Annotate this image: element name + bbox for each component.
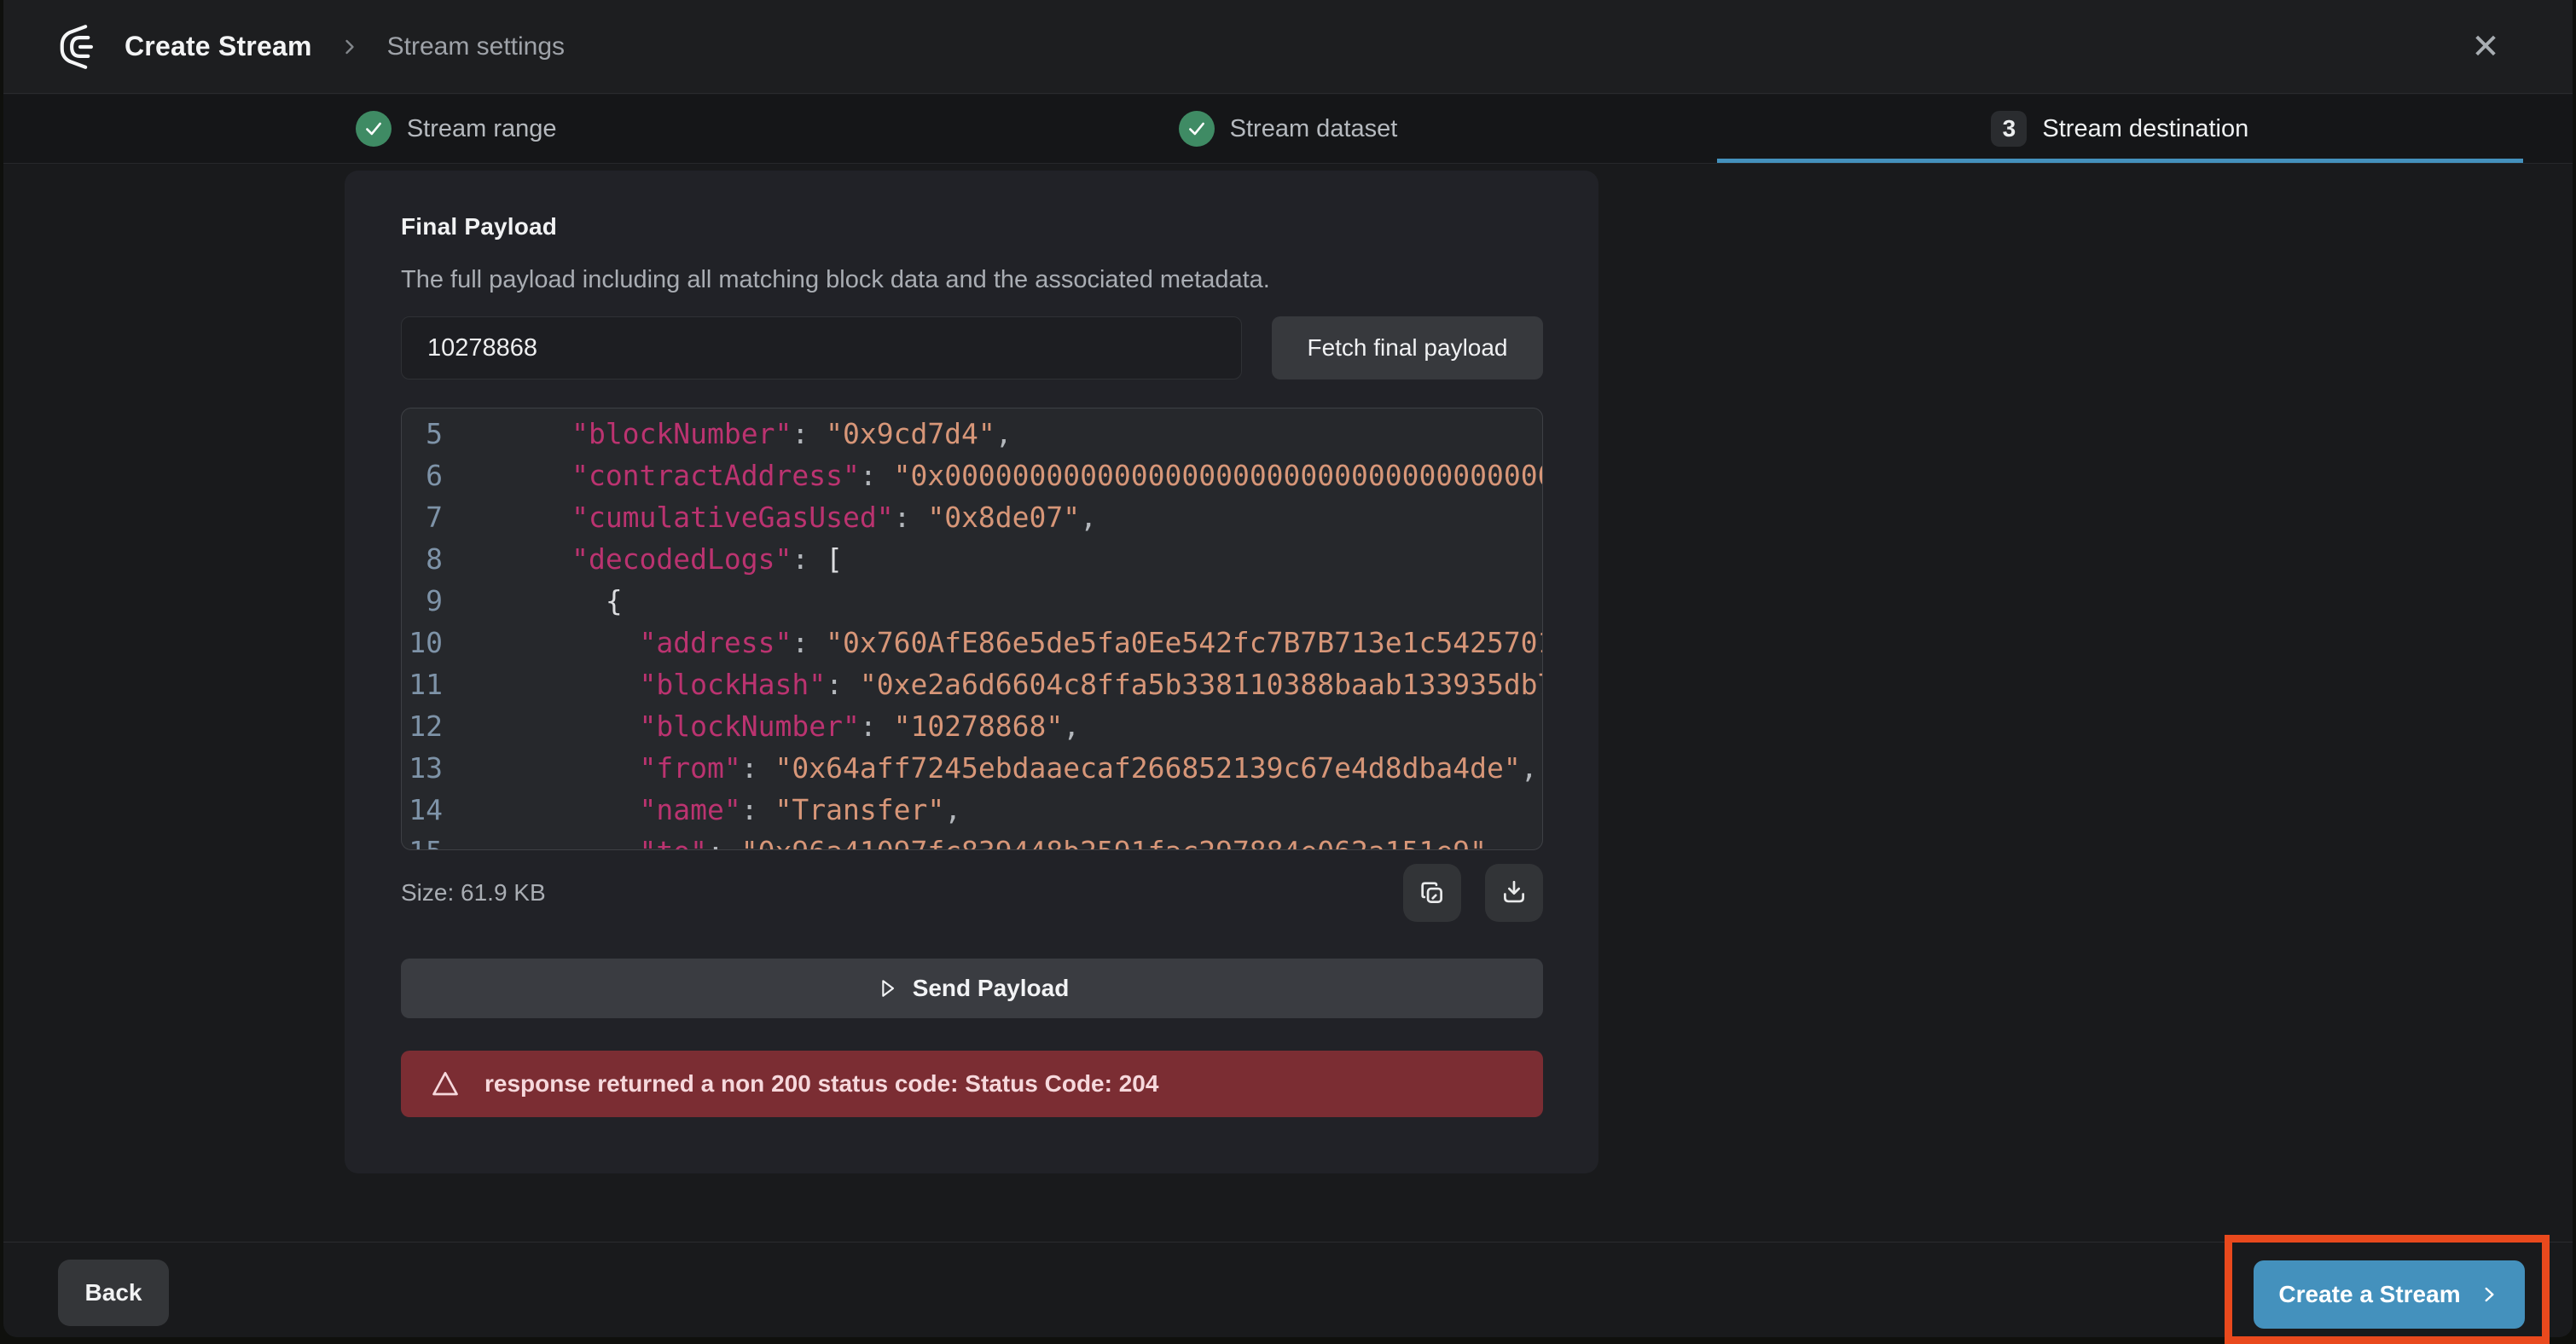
code-line: 5 "blockNumber": "0x9cd7d4", [402, 413, 1542, 455]
fetch-final-payload-button[interactable]: Fetch final payload [1272, 316, 1543, 379]
stepper: Stream range Stream dataset 3 Stream des… [3, 95, 2573, 164]
code-line: 14 "name": "Transfer", [402, 789, 1542, 831]
breadcrumb-current: Stream settings [387, 32, 565, 61]
step-label: Stream dataset [1230, 115, 1398, 143]
code-line: 9 { [402, 580, 1542, 622]
chevron-right-icon [2478, 1283, 2500, 1306]
warning-triangle-icon [430, 1069, 461, 1099]
copy-button[interactable] [1403, 864, 1461, 922]
code-line: 8 "decodedLogs": [ [402, 538, 1542, 580]
code-line: 7 "cumulativeGasUsed": "0x8de07", [402, 496, 1542, 538]
download-button[interactable] [1485, 864, 1543, 922]
final-payload-card: Final Payload The full payload including… [345, 171, 1598, 1173]
close-icon[interactable]: ✕ [2465, 26, 2506, 67]
code-line: 10 "address": "0x760AfE86e5de5fa0Ee542fc… [402, 622, 1542, 663]
code-line: 11 "blockHash": "0xe2a6d6604c8ffa5b33811… [402, 663, 1542, 705]
error-banner: response returned a non 200 status code:… [401, 1051, 1543, 1117]
modal-title: Create Stream [125, 31, 312, 62]
code-line: 13 "from": "0x64aff7245ebdaaecaf26685213… [402, 747, 1542, 789]
section-description: The full payload including all matching … [401, 266, 1543, 294]
copy-icon [1418, 878, 1447, 907]
block-number-input[interactable] [401, 316, 1242, 379]
app-logo-icon [56, 22, 106, 72]
error-message: response returned a non 200 status code:… [484, 1070, 1158, 1098]
footer: Back Create a Stream [3, 1242, 2573, 1337]
play-icon [875, 976, 899, 1000]
fetch-row: Fetch final payload [401, 316, 1543, 379]
code-line: 6 "contractAddress": "0x0000000000000000… [402, 455, 1542, 496]
size-row: Size: 61.9 KB [401, 864, 1543, 922]
breadcrumb-chevron-icon [338, 35, 362, 59]
send-payload-label: Send Payload [913, 975, 1070, 1002]
code-line: 12 "blockNumber": "10278868", [402, 705, 1542, 747]
create-stream-modal: Create Stream Stream settings ✕ Stream r… [3, 0, 2573, 1337]
topbar: Create Stream Stream settings ✕ [3, 0, 2573, 94]
step-number-badge: 3 [1991, 111, 2027, 147]
step-stream-range[interactable]: Stream range [53, 95, 859, 163]
section-title: Final Payload [401, 213, 1543, 240]
code-block[interactable]: 5 "blockNumber": "0x9cd7d4",6 "contractA… [401, 408, 1543, 850]
step-label: Stream range [407, 115, 557, 143]
download-icon [1500, 878, 1529, 907]
back-button[interactable]: Back [58, 1260, 169, 1326]
check-icon [1179, 111, 1215, 147]
step-stream-destination[interactable]: 3 Stream destination [1717, 95, 2523, 163]
step-stream-dataset[interactable]: Stream dataset [885, 95, 1691, 163]
payload-size-label: Size: 61.9 KB [401, 879, 546, 907]
check-icon [356, 111, 392, 147]
create-stream-label: Create a Stream [2278, 1281, 2460, 1308]
code-line: 15 "to": "0x96a41097fc839448b2591fac2978… [402, 831, 1542, 850]
create-stream-button[interactable]: Create a Stream [2254, 1260, 2525, 1329]
send-payload-button[interactable]: Send Payload [401, 959, 1543, 1018]
step-label: Stream destination [2042, 115, 2248, 143]
